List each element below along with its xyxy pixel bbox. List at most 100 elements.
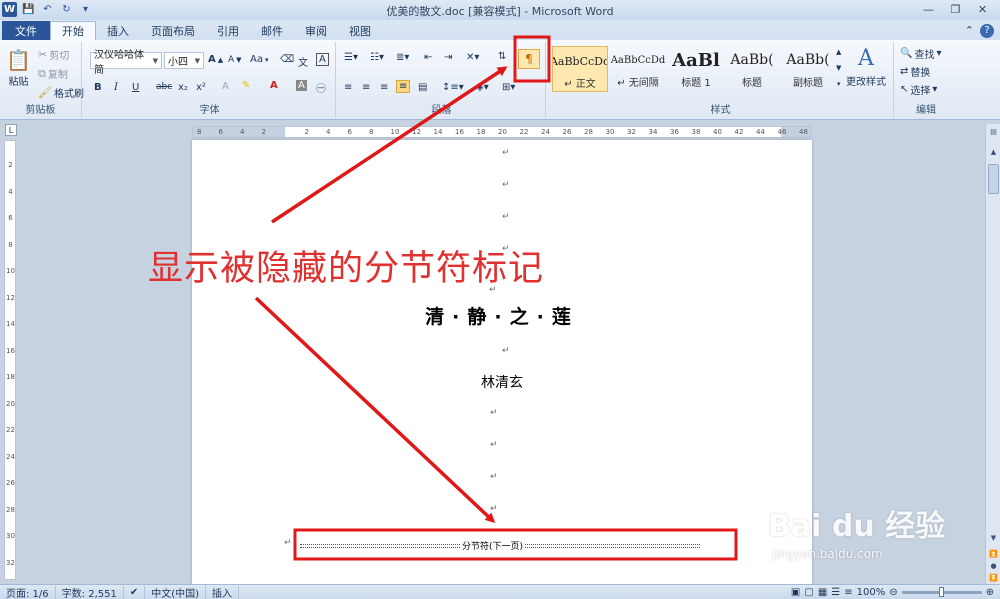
- zoom-slider[interactable]: [901, 586, 982, 597]
- tab-insert[interactable]: 插入: [96, 21, 140, 40]
- paste-button[interactable]: 📋 粘贴: [6, 48, 31, 88]
- strikethrough-button[interactable]: abc: [156, 82, 172, 92]
- decrease-indent-icon[interactable]: ⇤: [424, 52, 432, 63]
- shrink-font-button[interactable]: A ▼: [228, 55, 242, 65]
- ruler-tick-label: 2: [261, 128, 266, 136]
- format-painter-button[interactable]: 🖌 格式刷: [38, 85, 84, 100]
- bold-button[interactable]: B: [94, 82, 102, 93]
- copy-button[interactable]: ⧉ 复制: [38, 66, 68, 82]
- minimize-icon[interactable]: —: [915, 0, 942, 18]
- enclose-char-icon[interactable]: ㊀: [316, 80, 326, 95]
- restore-icon[interactable]: ❐: [942, 0, 969, 18]
- font-size-combo[interactable]: 小四 ▼: [164, 52, 204, 69]
- tab-view[interactable]: 视图: [338, 21, 382, 40]
- styles-scroll[interactable]: ▲ ▼ ▾: [836, 48, 841, 88]
- tab-home[interactable]: 开始: [50, 21, 96, 40]
- text-effects-icon[interactable]: A: [222, 81, 229, 92]
- document-page[interactable]: ↵ ↵ ↵ ↵ ↵ 清·静·之·莲 ↵ 林清玄 ↵ ↵ ↵ ↵ ↵ 分节符(下一…: [192, 140, 812, 584]
- ruler-toggle-icon[interactable]: ▤: [988, 126, 999, 137]
- outline-view-icon[interactable]: ☰: [831, 587, 840, 598]
- show-formatting-marks-button[interactable]: ¶: [518, 49, 540, 69]
- style-subtitle[interactable]: AaBb( 副标题: [780, 46, 836, 92]
- tab-review[interactable]: 审阅: [294, 21, 338, 40]
- grow-font-button[interactable]: A ▲: [208, 54, 223, 65]
- vertical-ruler[interactable]: 2 4 6 8 10 12 14 16 18 20 22 24 26 28 30 32: [4, 140, 16, 580]
- status-bar: 页面: 1/6 字数: 2,551 ✔ 中文(中国) 插入 ▣ ▢ ▦ ☰ ≡ …: [0, 584, 1000, 599]
- highlight-icon[interactable]: ✎: [242, 80, 250, 91]
- find-button[interactable]: 🔍 查找 ▾: [900, 46, 941, 61]
- align-left-icon[interactable]: ≡: [344, 82, 352, 93]
- language-indicator[interactable]: 中文(中国): [145, 585, 207, 599]
- scroll-thumb[interactable]: [988, 164, 999, 194]
- increase-indent-icon[interactable]: ⇥: [444, 52, 452, 63]
- font-color-icon[interactable]: A: [270, 80, 278, 91]
- page-count[interactable]: 页面: 1/6: [0, 585, 56, 599]
- insert-mode-indicator[interactable]: 插入: [206, 585, 240, 599]
- web-layout-view-icon[interactable]: ▦: [818, 587, 827, 598]
- paragraph-mark: ↵: [490, 504, 498, 514]
- style-no-spacing[interactable]: AaBbCcDd ↵ 无间隔: [610, 46, 666, 92]
- document-author[interactable]: 林清玄: [192, 372, 812, 392]
- font-name-combo[interactable]: 汉仪哈哈体简 ▼: [90, 50, 162, 76]
- align-center-icon[interactable]: ≡: [362, 82, 370, 93]
- binoculars-icon: 🔍: [900, 48, 913, 59]
- help-icon[interactable]: ?: [980, 23, 994, 38]
- close-icon[interactable]: ✕: [969, 0, 996, 18]
- tab-page-layout[interactable]: 页面布局: [140, 21, 206, 40]
- select-button[interactable]: ↖ 选择 ▾: [900, 82, 937, 97]
- word-count[interactable]: 字数: 2,551: [56, 585, 124, 599]
- clear-format-icon[interactable]: ⌫: [280, 54, 294, 65]
- arrow-up-icon[interactable]: ▲: [836, 48, 841, 56]
- replace-button[interactable]: ⇄ 替换: [900, 64, 930, 79]
- tab-selector[interactable]: L: [5, 124, 17, 136]
- zoom-level[interactable]: 100%: [857, 587, 886, 598]
- line-spacing-icon[interactable]: ↕≡▾: [442, 82, 464, 93]
- zoom-out-icon[interactable]: ⊖: [889, 587, 897, 598]
- full-screen-view-icon[interactable]: ▢: [804, 587, 813, 598]
- print-layout-view-icon[interactable]: ▣: [791, 587, 800, 598]
- phonetic-guide-icon[interactable]: 文: [298, 54, 308, 69]
- style-sample: AaBl: [672, 49, 720, 71]
- arrow-down-icon[interactable]: ▼: [836, 64, 841, 72]
- document-title[interactable]: 清·静·之·莲: [192, 302, 812, 329]
- more-icon[interactable]: ▾: [837, 80, 841, 88]
- subscript-button[interactable]: x₂: [178, 82, 188, 93]
- shading-icon[interactable]: ◈▾: [476, 82, 489, 93]
- char-shading-icon[interactable]: A: [296, 80, 307, 91]
- scroll-up-icon[interactable]: ▲: [988, 146, 999, 157]
- align-right-icon[interactable]: ≡: [380, 82, 388, 93]
- grow-font-label: A: [208, 54, 216, 65]
- change-styles-button[interactable]: A 更改样式: [846, 46, 886, 88]
- style-normal[interactable]: AaBbCcDd ↵ 正文: [552, 46, 608, 92]
- zoom-in-icon[interactable]: ⊕: [986, 587, 994, 598]
- style-heading-1[interactable]: AaBl 标题 1: [668, 46, 724, 92]
- tab-mailings[interactable]: 邮件: [250, 21, 294, 40]
- format-painter-label: 格式刷: [53, 89, 84, 100]
- proofing-icon[interactable]: ✔: [124, 585, 146, 599]
- minimize-ribbon-icon[interactable]: ⌃: [965, 24, 974, 37]
- underline-button[interactable]: U: [132, 82, 139, 93]
- chevron-down-icon: ▾: [932, 84, 938, 95]
- ruler-tick-label: 8: [197, 128, 202, 136]
- asian-layout-icon[interactable]: ✕▾: [466, 52, 479, 63]
- superscript-button[interactable]: x²: [196, 82, 206, 93]
- cut-button[interactable]: ✂ 剪切: [38, 47, 69, 62]
- char-border-icon[interactable]: A: [316, 53, 329, 66]
- ruler-tick-label: 8: [369, 128, 374, 136]
- zoom-slider-knob[interactable]: [938, 586, 944, 597]
- horizontal-ruler[interactable]: 8 6 4 2 2 4 6 8 10 12 14 16 18 20 22 24 26 28 30 32 34 36 38 40…: [192, 126, 812, 138]
- change-case-button[interactable]: Aa ▾: [250, 54, 268, 65]
- italic-button[interactable]: I: [114, 82, 118, 93]
- multilevel-list-icon[interactable]: ≣▾: [396, 52, 409, 63]
- style-title[interactable]: AaBb( 标题: [724, 46, 780, 92]
- justify-button[interactable]: ≡: [396, 80, 411, 93]
- distributed-icon[interactable]: ▤: [418, 82, 427, 93]
- ruler-tick-label: 4: [8, 187, 13, 196]
- numbering-icon[interactable]: ☷▾: [370, 52, 384, 63]
- bullets-icon[interactable]: ☰▾: [344, 52, 358, 63]
- tab-references[interactable]: 引用: [206, 21, 250, 40]
- draft-view-icon[interactable]: ≡: [844, 587, 852, 598]
- tab-file[interactable]: 文件: [2, 21, 50, 40]
- sort-icon[interactable]: ⇅: [498, 51, 506, 62]
- borders-icon[interactable]: ⊞▾: [502, 82, 515, 93]
